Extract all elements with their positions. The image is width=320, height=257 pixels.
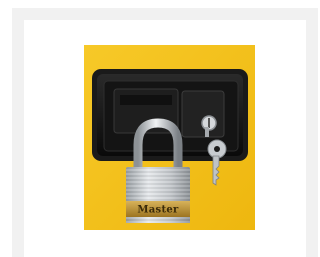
padlock-brand-label: Master <box>137 205 179 216</box>
padlock-latch-image: Master <box>84 45 255 230</box>
product-photo: Master <box>84 45 255 230</box>
padlock-icon: Master <box>126 167 190 223</box>
